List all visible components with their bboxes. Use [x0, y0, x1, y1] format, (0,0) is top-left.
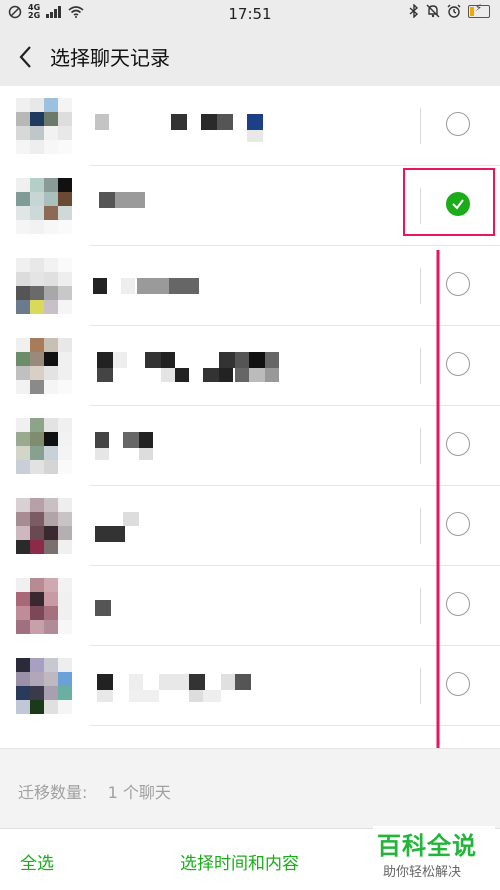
avatar [16, 658, 72, 714]
row-separator [420, 268, 421, 304]
avatar [16, 418, 72, 474]
avatar [16, 178, 72, 234]
bluetooth-icon [409, 4, 419, 18]
blurred-chat-name [95, 672, 315, 702]
migration-count: 迁移数量: 1 个聊天 [18, 779, 171, 803]
select-radio[interactable] [446, 592, 470, 616]
chat-row[interactable] [0, 326, 500, 406]
bell-off-icon [426, 4, 440, 18]
chat-row[interactable] [0, 246, 500, 326]
row-separator [420, 508, 421, 544]
row-separator [420, 588, 421, 624]
watermark-title: 百科全说 [377, 832, 477, 860]
avatar [16, 98, 72, 154]
chevron-left-icon [19, 46, 31, 68]
migration-count-bar: 迁移数量: 1 个聊天 [0, 748, 500, 829]
row-separator [420, 108, 421, 144]
avatar [16, 338, 72, 394]
nav-bar: 选择聊天记录 [0, 28, 500, 86]
row-separator [420, 428, 421, 464]
alarm-icon [447, 4, 461, 18]
select-radio[interactable] [446, 512, 470, 536]
row-separator [420, 668, 421, 704]
chat-row[interactable] [0, 646, 500, 726]
chat-row[interactable] [0, 86, 500, 166]
select-radio[interactable] [446, 352, 470, 376]
watermark-subtitle: 助你轻松解决 [383, 865, 462, 880]
avatar [16, 578, 72, 634]
select-radio[interactable] [446, 432, 470, 456]
migration-count-value: 1 个聊天 [107, 783, 171, 802]
status-right: ⚡ [409, 3, 490, 18]
battery-charging-icon: ⚡ [468, 3, 490, 18]
select-time-content-button[interactable]: 选择时间和内容 [180, 849, 299, 874]
watermark: 百科全说 助你轻松解决 [373, 826, 495, 886]
chat-row[interactable] [0, 406, 500, 486]
annotation-down-arrow-icon [431, 250, 445, 820]
back-button[interactable] [14, 42, 38, 72]
select-radio[interactable] [446, 112, 470, 136]
row-separator [420, 348, 421, 384]
avatar [16, 258, 72, 314]
blurred-chat-name [95, 512, 315, 542]
blurred-chat-name [95, 432, 315, 462]
blurred-chat-name [95, 352, 315, 382]
blurred-chat-name [93, 272, 315, 302]
blurred-chat-name [95, 192, 315, 222]
blurred-chat-name [95, 112, 315, 142]
select-radio[interactable] [446, 672, 470, 696]
chat-row[interactable] [0, 486, 500, 566]
chat-row[interactable] [0, 566, 500, 646]
select-radio[interactable] [446, 272, 470, 296]
avatar [16, 498, 72, 554]
annotation-highlight-box [403, 168, 495, 236]
page-title: 选择聊天记录 [50, 46, 170, 70]
select-all-button[interactable]: 全选 [20, 849, 54, 874]
migration-count-label: 迁移数量: [18, 783, 88, 802]
status-bar: 4G 2G 17:51 ⚡ [0, 0, 500, 28]
blurred-chat-name [95, 592, 315, 622]
